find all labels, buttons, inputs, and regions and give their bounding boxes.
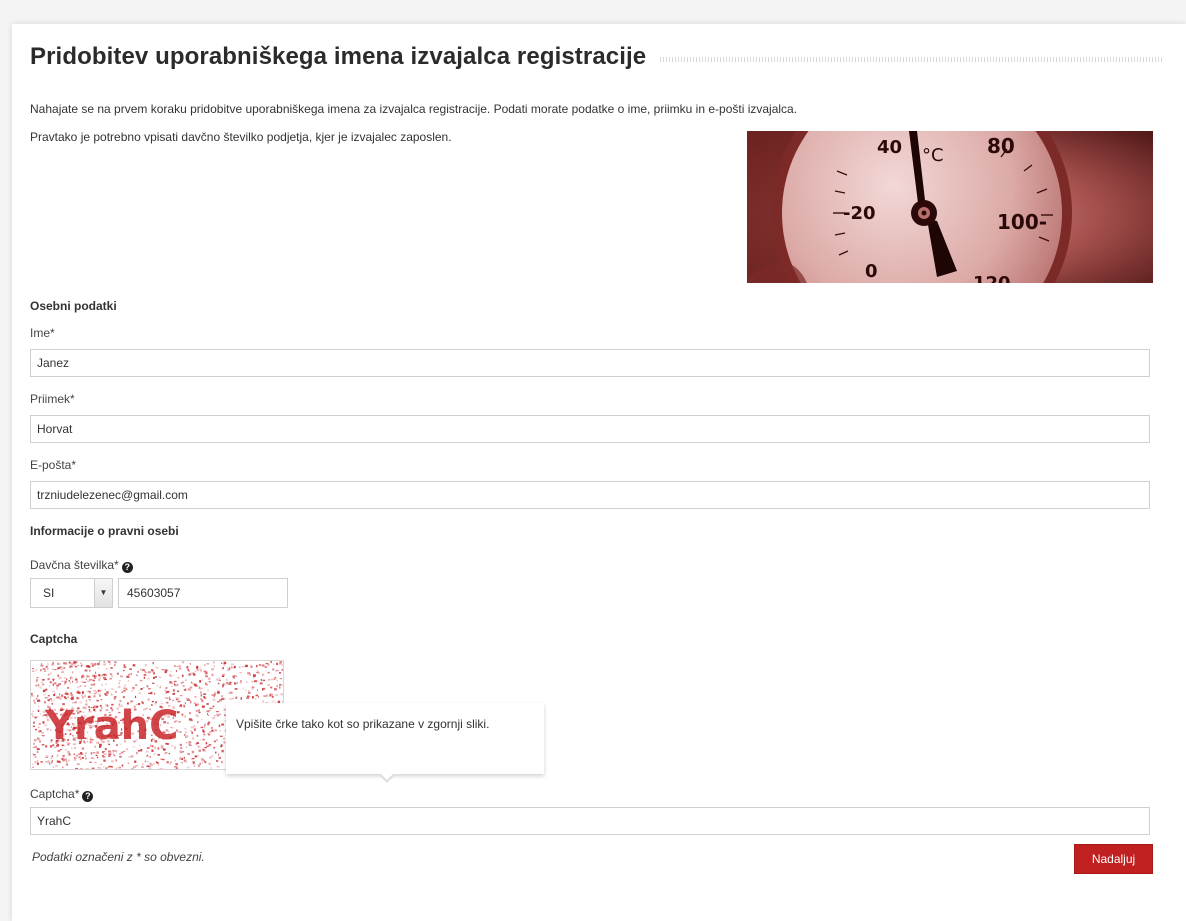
help-icon[interactable]: ? <box>82 791 94 802</box>
legal-entity-heading: Informacije o pravni osebi <box>30 524 179 538</box>
title-divider <box>660 56 1164 62</box>
page-title: Pridobitev uporabniškega imena izvajalca… <box>30 43 647 70</box>
first-name-input[interactable] <box>30 349 1150 377</box>
gauge-label-80: 80 <box>987 134 1015 158</box>
help-icon[interactable]: ? <box>121 562 133 573</box>
country-select[interactable]: SI ▼ <box>30 578 113 608</box>
continue-button[interactable]: Nadaljuj <box>1074 844 1153 874</box>
gauge-label-120: 120 <box>973 273 1011 283</box>
tax-number-input[interactable] <box>118 578 288 608</box>
required-fields-note: Podatki označeni z * so obvezni. <box>32 850 205 864</box>
country-select-value: SI <box>43 586 55 600</box>
intro-text-1: Nahajate se na prvem koraku pridobitve u… <box>30 102 798 116</box>
gauge-label-100: 100- <box>997 210 1047 234</box>
gauge-label-0: 0 <box>865 261 878 282</box>
gauge-label-unit: °C <box>922 145 944 166</box>
intro-text-2: Pravtako je potrebno vpisati davčno štev… <box>30 130 452 144</box>
captcha-image-text: YrahC <box>44 703 179 749</box>
captcha-label: Captcha*? <box>30 787 94 802</box>
last-name-input[interactable] <box>30 415 1150 443</box>
gauge-label-40: 40 <box>877 137 902 158</box>
email-input[interactable] <box>30 481 1150 509</box>
gauge-label-20: -20 <box>843 203 876 224</box>
captcha-heading: Captcha <box>30 632 78 646</box>
page-header: Pridobitev uporabniškega imena izvajalca… <box>30 42 1164 72</box>
captcha-tooltip: Vpišite črke tako kot so prikazane v zgo… <box>226 703 544 774</box>
tooltip-arrow-inner <box>380 773 394 780</box>
thermometer-gauge-image: 40 °C 80 -20 100- 0 120 <box>747 131 1153 283</box>
tax-number-label: Davčna številka*? <box>30 558 133 573</box>
captcha-input[interactable] <box>30 807 1150 835</box>
last-name-label: Priimek* <box>30 392 75 406</box>
email-label: E-pošta* <box>30 458 77 472</box>
first-name-label: Ime* <box>30 326 55 340</box>
personal-data-heading: Osebni podatki <box>30 299 117 313</box>
chevron-down-icon[interactable]: ▼ <box>94 579 112 607</box>
tax-number-label-text: Davčna številka* <box>30 558 119 572</box>
captcha-label-text: Captcha* <box>30 787 80 801</box>
